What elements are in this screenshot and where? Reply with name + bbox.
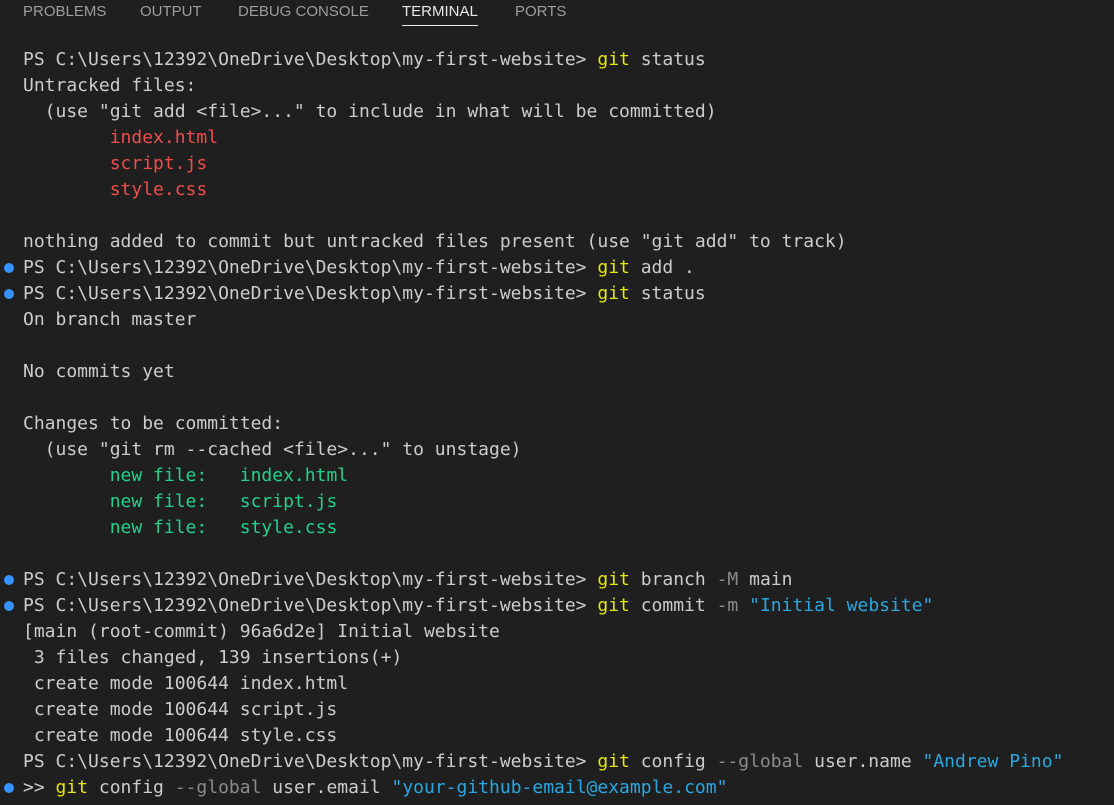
terminal-line: new file: script.js (0, 489, 1114, 515)
terminal-text: commit (629, 595, 717, 616)
terminal-line: (use "git rm --cached <file>..." to unst… (0, 437, 1114, 463)
terminal-text: git (597, 751, 630, 772)
terminal-text: PS C:\Users\12392\OneDrive\Desktop\my-fi… (23, 49, 598, 70)
terminal-line: No commits yet (0, 359, 1114, 385)
terminal-line: PS C:\Users\12392\OneDrive\Desktop\my-fi… (0, 281, 1114, 307)
terminal-line: PS C:\Users\12392\OneDrive\Desktop\my-fi… (0, 749, 1114, 775)
terminal-text: create mode 100644 script.js (23, 699, 338, 720)
terminal-text: "Initial website" (749, 595, 934, 616)
terminal-text: script.js (109, 153, 208, 174)
terminal-text: 3 files changed, 139 insertions(+) (23, 647, 403, 668)
terminal-line: PS C:\Users\12392\OneDrive\Desktop\my-fi… (0, 255, 1114, 281)
terminal-line: Untracked files: (0, 73, 1114, 99)
terminal-line: PS C:\Users\12392\OneDrive\Desktop\my-fi… (0, 47, 1114, 73)
terminal-text: PS C:\Users\12392\OneDrive\Desktop\my-fi… (23, 283, 598, 304)
terminal-text: --global (174, 777, 262, 798)
terminal-line: new file: style.css (0, 515, 1114, 541)
terminal-text: git (597, 569, 630, 590)
terminal-line: PS C:\Users\12392\OneDrive\Desktop\my-fi… (0, 567, 1114, 593)
terminal-line: style.css (0, 177, 1114, 203)
terminal-text: git (597, 595, 630, 616)
terminal-text: On branch master (23, 309, 197, 330)
terminal-output[interactable]: PS C:\Users\12392\OneDrive\Desktop\my-fi… (0, 47, 1114, 805)
terminal-text: PS C:\Users\12392\OneDrive\Desktop\my-fi… (23, 595, 598, 616)
terminal-text: create mode 100644 index.html (23, 673, 349, 694)
command-decoration-icon[interactable] (4, 575, 14, 585)
terminal-text: git (597, 283, 630, 304)
terminal-text: PS C:\Users\12392\OneDrive\Desktop\my-fi… (23, 751, 598, 772)
tab-problems[interactable]: PROBLEMS (23, 0, 106, 26)
terminal-text: status (629, 283, 706, 304)
terminal-line: script.js (0, 151, 1114, 177)
terminal-text: nothing added to commit but untracked fi… (23, 231, 847, 252)
terminal-line: new file: index.html (0, 463, 1114, 489)
terminal-text: config (88, 777, 175, 798)
terminal-text: index.html (109, 127, 219, 148)
terminal-text: --global (716, 751, 804, 772)
terminal-line: create mode 100644 script.js (0, 697, 1114, 723)
terminal-line: PS C:\Users\12392\OneDrive\Desktop\my-fi… (0, 593, 1114, 619)
tab-terminal[interactable]: TERMINAL (402, 0, 478, 26)
terminal-text: Untracked files: (23, 75, 197, 96)
terminal-text: [main (root-commit) 96a6d2e] Initial web… (23, 621, 500, 642)
terminal-text: PS C:\Users\12392\OneDrive\Desktop\my-fi… (23, 257, 598, 278)
terminal-line: Changes to be committed: (0, 411, 1114, 437)
terminal-text: git (597, 49, 630, 70)
terminal-text: >> (23, 777, 56, 798)
terminal-line: On branch master (0, 307, 1114, 333)
terminal-text: branch (629, 569, 717, 590)
terminal-text: new file: index.html (109, 465, 349, 486)
vscode-panel: PROBLEMS OUTPUT DEBUG CONSOLE TERMINAL P… (0, 0, 1114, 805)
tab-ports[interactable]: PORTS (515, 0, 566, 26)
terminal-text: main (738, 569, 793, 590)
terminal-text: config (629, 751, 717, 772)
terminal-text: git (597, 257, 630, 278)
command-decoration-icon[interactable] (4, 263, 14, 273)
tab-output[interactable]: OUTPUT (140, 0, 202, 26)
terminal-line: create mode 100644 style.css (0, 723, 1114, 749)
terminal-text: PS C:\Users\12392\OneDrive\Desktop\my-fi… (23, 569, 598, 590)
terminal-line: nothing added to commit but untracked fi… (0, 229, 1114, 255)
terminal-text: -m (716, 595, 739, 616)
terminal-text: "your-github-email@example.com" (391, 777, 728, 798)
tab-debug-console[interactable]: DEBUG CONSOLE (238, 0, 369, 26)
terminal-text: No commits yet (23, 361, 175, 382)
terminal-text: git (55, 777, 89, 798)
terminal-text: user.name (803, 751, 923, 772)
terminal-text: "Andrew Pino" (922, 751, 1064, 772)
terminal-line: 3 files changed, 139 insertions(+) (0, 645, 1114, 671)
terminal-text: (use "git rm --cached <file>..." to unst… (23, 439, 522, 460)
terminal-line: (use "git add <file>..." to include in w… (0, 99, 1114, 125)
terminal-text: create mode 100644 style.css (23, 725, 338, 746)
terminal-line: create mode 100644 index.html (0, 671, 1114, 697)
terminal-text: Changes to be committed: (23, 413, 284, 434)
terminal-text: style.css (109, 179, 208, 200)
terminal-text: add . (629, 257, 695, 278)
terminal-text: (use "git add <file>..." to include in w… (23, 101, 717, 122)
terminal-text: status (629, 49, 706, 70)
terminal-line: >> git config --global user.email "your-… (0, 775, 1114, 801)
terminal-text: new file: script.js (109, 491, 338, 512)
panel-tab-bar: PROBLEMS OUTPUT DEBUG CONSOLE TERMINAL P… (0, 0, 1114, 26)
terminal-text: user.email (261, 777, 392, 798)
command-decoration-icon[interactable] (4, 601, 14, 611)
terminal-text: new file: style.css (109, 517, 338, 538)
command-decoration-icon[interactable] (4, 783, 14, 793)
command-decoration-icon[interactable] (4, 289, 14, 299)
terminal-line: index.html (0, 125, 1114, 151)
terminal-line: [main (root-commit) 96a6d2e] Initial web… (0, 619, 1114, 645)
terminal-text: -M (716, 569, 739, 590)
